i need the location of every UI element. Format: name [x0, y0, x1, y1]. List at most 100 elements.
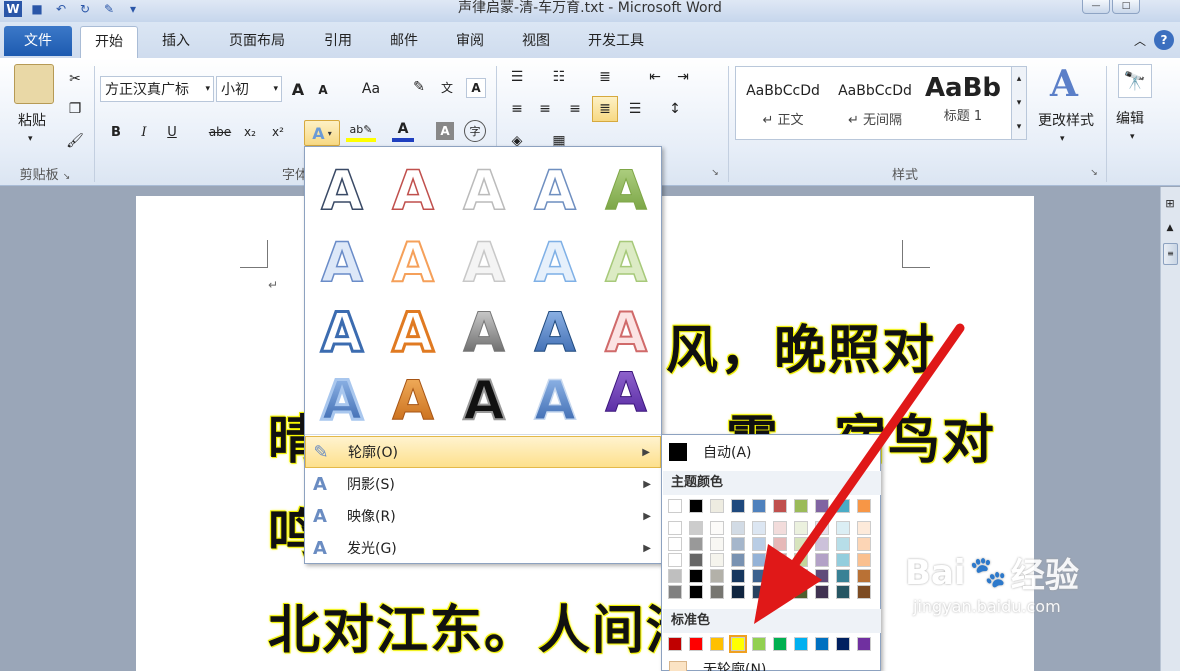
theme-color-swatch[interactable] — [689, 499, 703, 513]
effect-outline-gray[interactable]: A — [462, 158, 506, 223]
maximize-button[interactable]: □ — [1112, 0, 1140, 14]
scroll-up-icon[interactable]: ▲ — [1163, 223, 1177, 237]
theme-color-swatch[interactable] — [689, 585, 703, 599]
line-spacing-icon[interactable]: ↕ — [664, 98, 686, 120]
highlight-color-icon[interactable]: ab✎ — [346, 120, 376, 142]
menu-item-outline[interactable]: ✎ 轮廓(O) ▶ — [305, 436, 661, 468]
style-heading-1[interactable]: AaBb 标题 1 — [922, 69, 1004, 139]
theme-color-swatch[interactable] — [689, 553, 703, 567]
align-center-icon[interactable]: ≡ — [534, 98, 556, 120]
dialog-launcher-icon[interactable]: ↘ — [63, 172, 71, 182]
italic-button[interactable]: I — [136, 122, 152, 142]
effect-fill-green[interactable]: A — [605, 159, 648, 223]
paragraph-dialog-launcher[interactable]: ↘ — [700, 164, 730, 179]
style-normal[interactable]: AaBbCcDd ↵ 正文 — [738, 69, 828, 139]
theme-color-swatch[interactable] — [668, 553, 682, 567]
char-border-icon[interactable]: A — [466, 78, 486, 98]
theme-color-swatch[interactable] — [668, 585, 682, 599]
effect-fill-blue[interactable]: A — [534, 301, 577, 365]
change-styles-label[interactable]: 更改样式 — [1034, 110, 1098, 130]
align-right-icon[interactable]: ≡ — [564, 98, 586, 120]
effect-bevel-gray[interactable]: A — [463, 301, 506, 365]
effect-outline-blue[interactable]: A — [533, 158, 577, 223]
menu-item-reflection[interactable]: A 映像(R) ▶ — [305, 500, 661, 532]
scroll-thumb[interactable]: ≡ — [1163, 243, 1178, 265]
theme-color-swatch[interactable] — [668, 537, 682, 551]
grow-font-button[interactable]: A — [288, 78, 308, 100]
standard-color-swatch[interactable] — [689, 637, 703, 651]
phonetic-guide-icon[interactable]: 文 — [436, 76, 458, 98]
theme-color-swatch[interactable] — [668, 521, 682, 535]
bold-button[interactable]: B — [108, 122, 124, 142]
menu-item-shadow[interactable]: A 阴影(S) ▶ — [305, 468, 661, 500]
underline-button[interactable]: U — [164, 122, 180, 142]
theme-color-swatch[interactable] — [668, 569, 682, 583]
styles-dialog-launcher[interactable]: ↘ — [1084, 164, 1104, 179]
no-outline-item[interactable]: 无轮廓(N) — [663, 657, 881, 671]
align-left-icon[interactable]: ≡ — [506, 98, 528, 120]
multilevel-list-icon[interactable]: ≣ — [594, 66, 616, 88]
paste-dropdown-icon[interactable]: ▾ — [28, 134, 33, 144]
style-no-spacing[interactable]: AaBbCcDd ↵ 无间隔 — [830, 69, 920, 139]
shrink-font-button[interactable]: A — [314, 80, 332, 100]
font-color-icon[interactable]: A — [392, 120, 414, 142]
effect-fill-blue-reflect[interactable]: A — [533, 368, 577, 433]
effect-glow-orange[interactable]: A — [391, 230, 435, 295]
decrease-indent-icon[interactable]: ⇤ — [644, 66, 666, 88]
copy-icon[interactable]: ❐ — [64, 98, 86, 120]
collapse-ribbon-icon[interactable]: ︿ — [1134, 32, 1146, 49]
char-shading-icon[interactable]: A — [436, 122, 454, 140]
change-case-button[interactable]: Aa — [354, 78, 388, 100]
theme-color-swatch[interactable] — [689, 537, 703, 551]
editing-label[interactable]: 编辑 — [1116, 108, 1144, 128]
minimize-button[interactable]: — — [1082, 0, 1110, 14]
change-styles-icon[interactable]: A — [1046, 64, 1082, 104]
tab-references[interactable]: 引用 — [310, 26, 366, 56]
effect-outline-dark[interactable]: A — [320, 158, 364, 223]
increase-indent-icon[interactable]: ⇥ — [672, 66, 694, 88]
format-painter-icon[interactable]: 🖌 — [64, 130, 86, 152]
find-icon[interactable]: 🔭 — [1118, 64, 1152, 98]
effect-fill-orange[interactable]: A — [392, 369, 435, 433]
effect-outline-red[interactable]: A — [391, 158, 435, 223]
paste-label[interactable]: 粘贴 — [18, 110, 46, 130]
menu-item-glow[interactable]: A 发光(G) ▶ — [305, 532, 661, 564]
justify-icon[interactable]: ≣ — [592, 96, 618, 122]
enclose-char-icon[interactable]: 字 — [464, 120, 486, 142]
text-effects-button[interactable]: A ▾ — [304, 120, 340, 146]
effect-bevel-blue[interactable]: A — [320, 300, 365, 366]
numbering-icon[interactable]: ☷ — [548, 66, 570, 88]
tab-view[interactable]: 视图 — [508, 26, 564, 56]
font-family-select[interactable]: 方正汉真广标 ▾ — [100, 76, 214, 102]
bullets-icon[interactable]: ☰ — [506, 66, 528, 88]
tab-review[interactable]: 审阅 — [442, 26, 498, 56]
strikethrough-button[interactable]: abe — [206, 122, 234, 142]
superscript-button[interactable]: x² — [268, 122, 288, 142]
subscript-button[interactable]: x₂ — [240, 122, 260, 142]
ruler-toggle-icon[interactable]: ⊞ — [1163, 197, 1177, 215]
effect-glow-lightblue[interactable]: A — [533, 230, 577, 295]
effect-glow-green[interactable]: A — [604, 230, 648, 295]
font-size-select[interactable]: 小初 ▾ — [216, 76, 282, 102]
tab-developer[interactable]: 开发工具 — [574, 26, 658, 56]
effect-glow-gray[interactable]: A — [462, 230, 506, 295]
clear-format-icon[interactable]: ✎ — [408, 76, 430, 98]
cut-icon[interactable]: ✂ — [64, 68, 86, 90]
tab-home[interactable]: 开始 — [80, 26, 138, 58]
theme-color-swatch[interactable] — [668, 499, 682, 513]
theme-color-swatch[interactable] — [689, 569, 703, 583]
effect-fill-blue-glow[interactable]: A — [320, 368, 365, 434]
help-icon[interactable]: ? — [1154, 30, 1174, 50]
effect-bevel-orange[interactable]: A — [391, 300, 436, 366]
tab-page-layout[interactable]: 页面布局 — [214, 26, 300, 56]
theme-color-swatch[interactable] — [689, 521, 703, 535]
effect-fill-black[interactable]: A — [462, 368, 506, 433]
effect-fill-purple[interactable]: A — [605, 361, 648, 425]
effect-glow-blue[interactable]: A — [320, 230, 364, 295]
dialog-launcher-icon[interactable]: ↘ — [711, 168, 719, 178]
standard-color-swatch[interactable] — [668, 637, 682, 651]
tab-mailings[interactable]: 邮件 — [376, 26, 432, 56]
distributed-icon[interactable]: ☰ — [624, 98, 646, 120]
vertical-scrollbar[interactable]: ⊞ ▲ ≡ — [1160, 187, 1180, 671]
tab-insert[interactable]: 插入 — [148, 26, 204, 56]
